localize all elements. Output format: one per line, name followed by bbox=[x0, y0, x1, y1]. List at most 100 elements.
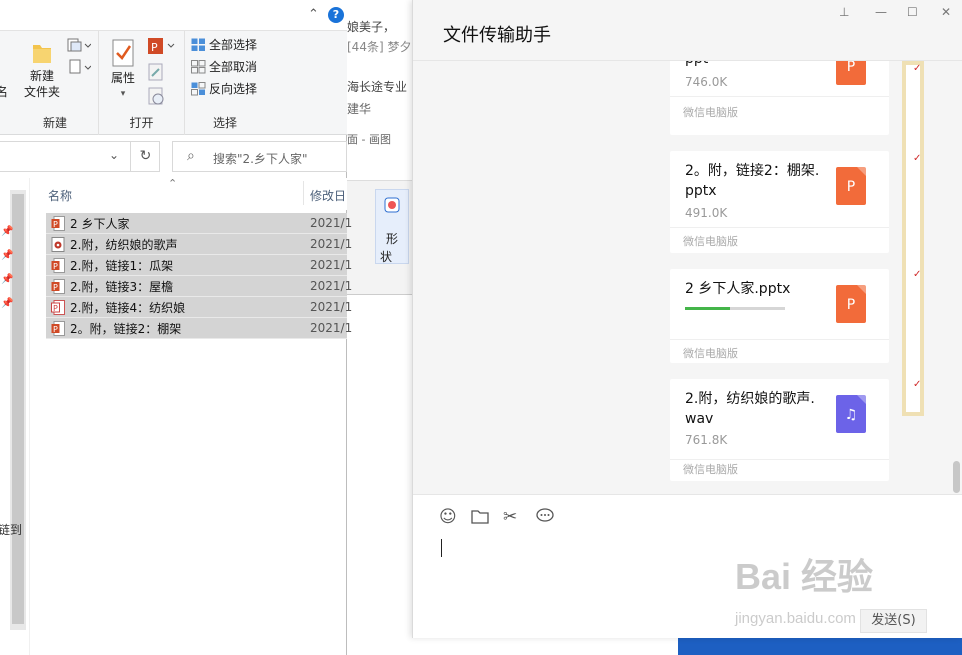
card-divider bbox=[670, 459, 889, 460]
file-name: 2。附，链接2：棚架 bbox=[70, 321, 182, 336]
column-modified[interactable]: 修改日 bbox=[310, 187, 346, 204]
new-item-icon[interactable] bbox=[67, 37, 92, 56]
chat-bubble-icon[interactable] bbox=[536, 507, 554, 529]
invert-selection-label: 反向选择 bbox=[209, 82, 258, 96]
ribbon-fragment: 名 bbox=[0, 85, 9, 99]
select-none-label: 全部取消 bbox=[209, 60, 258, 74]
select-all-button[interactable]: 全部选择 bbox=[191, 36, 257, 53]
ppt-file-icon: P bbox=[51, 215, 65, 231]
nav-scroll-thumb[interactable] bbox=[12, 194, 24, 624]
svg-text:P: P bbox=[151, 41, 158, 54]
message-input-area[interactable]: ☺ ✂ 发送(S) bbox=[413, 494, 962, 638]
address-dropdown-icon[interactable]: ⌄ bbox=[109, 148, 119, 162]
search-placeholder: 搜索"2.乡下人家" bbox=[213, 152, 308, 166]
paint-ribbon: 形 状 bbox=[345, 180, 415, 295]
new-folder-label-1: 新建 bbox=[29, 69, 54, 83]
close-icon[interactable]: ✕ bbox=[941, 5, 951, 19]
ribbon-group-open: 属性 ▾ P 打开 bbox=[99, 31, 185, 135]
column-header: 名称 ⌃ 修改日 bbox=[30, 177, 347, 210]
help-icon[interactable]: ? bbox=[328, 7, 344, 23]
ppt-file-icon: P bbox=[836, 285, 866, 323]
emoji-icon[interactable]: ☺ bbox=[439, 507, 457, 527]
file-name: 2.附，纺织娘的歌声 bbox=[70, 237, 178, 252]
audio-file-icon bbox=[51, 236, 65, 252]
ribbon-group-select: 全部选择 全部取消 反向选择 选择 bbox=[185, 31, 265, 135]
file-row[interactable]: P 2.附，链接1：瓜架 2021/1 bbox=[46, 255, 352, 276]
collapse-ribbon-icon[interactable]: ⌃ bbox=[308, 7, 319, 22]
column-name[interactable]: 名称 bbox=[48, 187, 72, 204]
history-icon[interactable] bbox=[147, 87, 165, 108]
file-name: 2 乡下人家 bbox=[70, 216, 130, 231]
properties-label: 属性 bbox=[110, 71, 135, 85]
svg-text:P: P bbox=[53, 304, 58, 313]
avatar-mark: ✓ bbox=[913, 379, 922, 390]
file-row[interactable]: P 2.附，链接4：纺织娘 2021/1 bbox=[46, 297, 352, 318]
invert-selection-button[interactable]: 反向选择 bbox=[191, 80, 257, 97]
svg-text:P: P bbox=[53, 262, 58, 271]
file-message-card[interactable]: 2.附，纺织娘的歌声.wav 761.8K ♫ 微信电脑版 bbox=[670, 379, 889, 481]
properties-dropdown-icon[interactable]: ▾ bbox=[109, 86, 137, 102]
explorer-titlebar: ⌃ ? bbox=[0, 0, 347, 30]
pin-icon: 📌 bbox=[1, 298, 14, 309]
avatar[interactable] bbox=[902, 61, 924, 416]
svg-text:P: P bbox=[53, 325, 58, 334]
taskbar bbox=[678, 636, 962, 655]
scissors-icon[interactable]: ✂ bbox=[503, 507, 517, 527]
open-ppt-icon[interactable]: P bbox=[147, 37, 177, 58]
chat-messages: ppt 746.0K P 微信电脑版 2。附，链接2：棚架.pptx 491.0K P 微信电… bbox=[413, 61, 962, 493]
ppt-file-icon: P bbox=[51, 257, 65, 273]
file-date: 2021/1 bbox=[310, 258, 353, 272]
easy-access-icon[interactable] bbox=[67, 59, 92, 78]
file-row[interactable]: 2.附，纺织娘的歌声 2021/1 bbox=[46, 234, 352, 255]
file-message-card[interactable]: 2 乡下人家.pptx P 微信电脑版 bbox=[670, 269, 889, 363]
folder-icon bbox=[33, 45, 51, 63]
svg-text:P: P bbox=[53, 220, 58, 229]
message-file-name: 2。附，链接2：棚架.pptx bbox=[685, 163, 820, 199]
search-input[interactable]: ⌕ 搜索"2.乡下人家" bbox=[172, 141, 347, 172]
message-file-size: 491.0K bbox=[685, 206, 728, 220]
pin-icon: 📌 bbox=[1, 226, 14, 237]
card-divider bbox=[670, 227, 889, 228]
new-folder-button[interactable]: 新建 文件夹 bbox=[22, 39, 62, 100]
send-button[interactable]: 发送(S) bbox=[860, 609, 927, 633]
bg-text-5: 面 - 画图 bbox=[347, 133, 391, 146]
nav-fragment: 链到 bbox=[0, 523, 23, 537]
refresh-icon: ↻ bbox=[139, 148, 152, 164]
file-row[interactable]: P 2.附，链接3：屋檐 2021/1 bbox=[46, 276, 352, 297]
file-row[interactable]: P 2 乡下人家 2021/1 bbox=[46, 213, 352, 234]
minimize-icon[interactable]: — bbox=[875, 5, 887, 19]
pin-icon: 📌 bbox=[1, 250, 14, 261]
file-message-card[interactable]: ppt 746.0K P 微信电脑版 bbox=[670, 61, 889, 135]
edit-icon[interactable] bbox=[147, 63, 165, 84]
file-message-card[interactable]: 2。附，链接2：棚架.pptx 491.0K P 微信电脑版 bbox=[670, 151, 889, 253]
avatar-mark: ✓ bbox=[913, 63, 922, 74]
refresh-button[interactable]: ↻ bbox=[130, 141, 160, 172]
bg-text-1: 娘美子， bbox=[347, 20, 396, 34]
chat-title: 文件传输助手 bbox=[443, 25, 551, 46]
file-date: 2021/1 bbox=[310, 237, 353, 251]
message-file-size: 746.0K bbox=[685, 75, 728, 89]
bg-text-3: 海长途专业 bbox=[347, 80, 408, 94]
properties-button[interactable]: 属性 ▾ bbox=[109, 39, 137, 102]
wechat-window: 文件传输助手 ⊥ — ☐ ✕ ppt 746.0K P 微信电脑版 2。附，链接2：棚架… bbox=[412, 0, 962, 638]
column-divider[interactable] bbox=[303, 181, 304, 205]
folder-icon[interactable] bbox=[471, 507, 489, 529]
ribbon-group-new: 新建 文件夹 新建 bbox=[12, 31, 99, 135]
shapes-button[interactable]: 形 状 bbox=[375, 189, 409, 264]
select-none-button[interactable]: 全部取消 bbox=[191, 58, 257, 75]
file-name: 2.附，链接4：纺织娘 bbox=[70, 300, 186, 315]
chat-scrollbar[interactable] bbox=[953, 461, 960, 493]
message-source: 微信电脑版 bbox=[683, 106, 738, 119]
ppt-file-icon: P bbox=[51, 278, 65, 294]
message-source: 微信电脑版 bbox=[683, 235, 738, 248]
pin-window-icon[interactable]: ⊥ bbox=[839, 5, 849, 19]
file-row[interactable]: P 2。附，链接2：棚架 2021/1 bbox=[46, 318, 352, 339]
message-file-name: ppt bbox=[685, 61, 825, 69]
navigation-pane: 📌 📌 📌 📌 链到 bbox=[0, 178, 30, 655]
avatar-column: ✓ ✓ ✓ ✓ bbox=[899, 61, 927, 416]
message-file-name: 2.附，纺织娘的歌声.wav bbox=[685, 391, 815, 427]
shapes-label-2: 状 bbox=[380, 250, 393, 264]
ppt-file-icon: P bbox=[51, 320, 65, 336]
maximize-icon[interactable]: ☐ bbox=[907, 5, 918, 19]
new-folder-label-2: 文件夹 bbox=[23, 85, 60, 99]
